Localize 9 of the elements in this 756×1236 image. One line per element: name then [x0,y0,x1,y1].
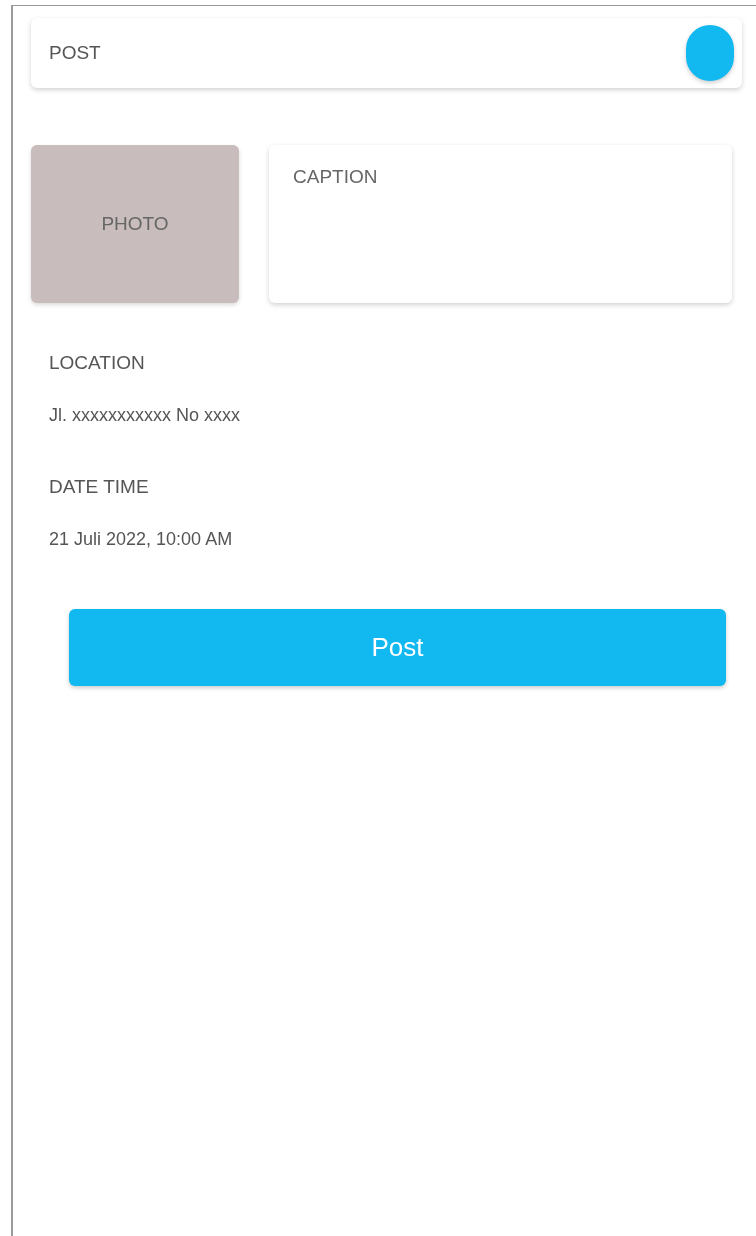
post-button[interactable]: Post [69,609,726,686]
header-title: POST [49,40,101,65]
field-label: DATE TIME [49,475,150,499]
circle-button[interactable] [686,25,734,81]
field-label: LOCATION [49,351,146,375]
photo-placeholder[interactable]: PHOTO [31,145,239,303]
field-value: Jl. xxxxxxxxxxx No xxxx [49,404,241,427]
field-value: 21 Juli 2022, 10:00 AM [49,528,234,551]
caption-field[interactable]: CAPTION [269,145,732,303]
